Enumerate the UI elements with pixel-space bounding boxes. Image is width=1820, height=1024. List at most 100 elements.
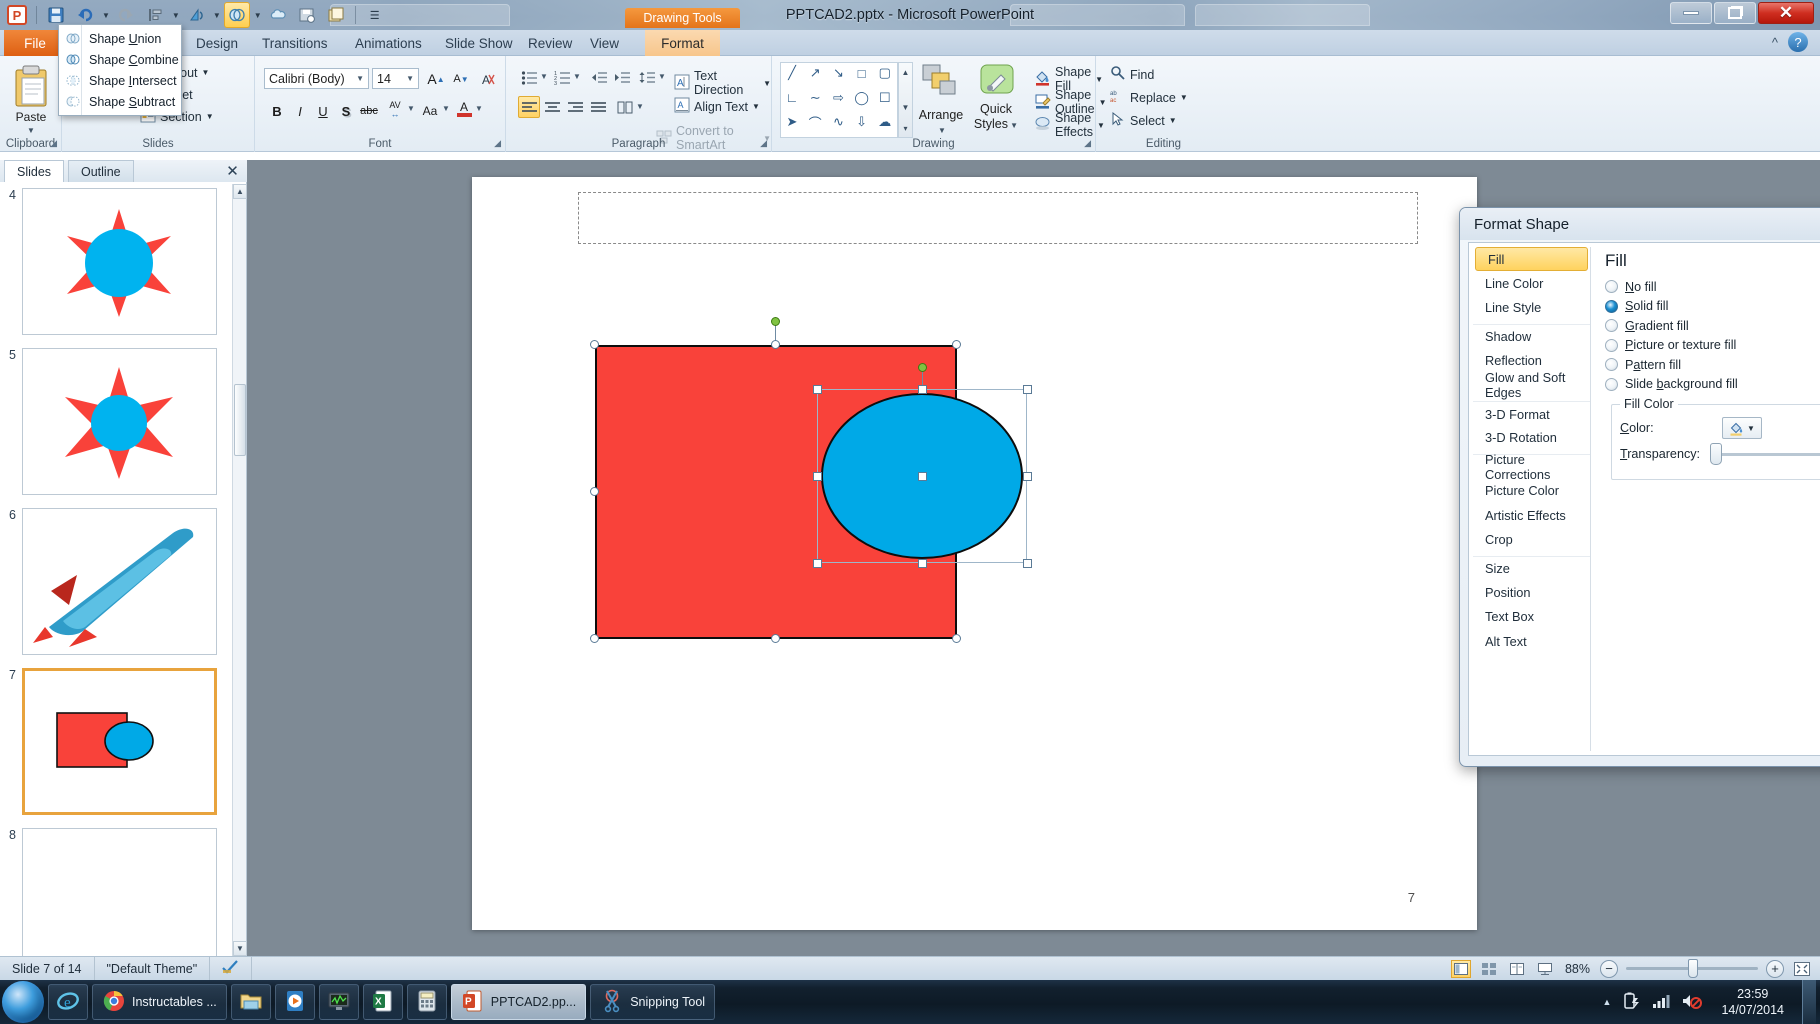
- bold-button[interactable]: B: [266, 100, 288, 122]
- shape-curve-icon[interactable]: ∼: [804, 88, 826, 108]
- radio-picture-or-texture-fill[interactable]: Picture or texture fill: [1599, 336, 1820, 356]
- shapes-gallery[interactable]: ╱ ↗ ↘ □ ▢ ∟ ∼ ⇨ ◯ ☐ ➤ ⌒ ∿ ⇩ ☁: [780, 62, 898, 138]
- arrange-label[interactable]: Arrange: [912, 108, 970, 122]
- menu-item-shape-intersect[interactable]: Shape Intersect: [59, 70, 181, 91]
- list-item[interactable]: 5: [0, 344, 232, 504]
- tab-animations[interactable]: Animations: [345, 30, 432, 56]
- taskbar-item-explorer[interactable]: [231, 984, 271, 1020]
- slider-thumb[interactable]: [1710, 443, 1722, 465]
- close-button[interactable]: ✕: [1758, 2, 1814, 24]
- list-item[interactable]: 6: [0, 504, 232, 664]
- zoom-slider[interactable]: [1626, 967, 1758, 970]
- align-dropdown-icon[interactable]: ▼: [172, 11, 180, 20]
- line-spacing-button[interactable]: [636, 66, 658, 88]
- bullets-button[interactable]: [518, 66, 540, 88]
- clock[interactable]: 23:59 14/07/2014: [1713, 986, 1792, 1018]
- shapes-scroll-up-icon[interactable]: ▲: [899, 63, 912, 82]
- shape-oval-icon[interactable]: ◯: [851, 88, 873, 108]
- resize-handle-sw[interactable]: [813, 559, 822, 568]
- font-name-dropdown-icon[interactable]: ▼: [356, 74, 364, 83]
- shape-connector-icon[interactable]: ↘: [827, 63, 849, 83]
- resize-handle-se[interactable]: [952, 634, 961, 643]
- list-item[interactable]: 7: [0, 664, 232, 824]
- resize-handle-w[interactable]: [590, 487, 599, 496]
- shape-rectangle-icon[interactable]: □: [851, 63, 873, 83]
- find-button[interactable]: Find: [1110, 65, 1154, 84]
- paste-dropdown-icon[interactable]: ▼: [27, 126, 35, 135]
- resize-handle-n[interactable]: [918, 385, 927, 394]
- italic-button[interactable]: I: [289, 100, 311, 122]
- category-picture-color[interactable]: Picture Color: [1473, 479, 1590, 503]
- list-item[interactable]: 8: [0, 824, 232, 956]
- shapes-gallery-scrollbar[interactable]: ▲ ▼ ▾: [898, 62, 913, 138]
- tab-design[interactable]: Design: [186, 30, 248, 56]
- change-case-button[interactable]: Aa: [418, 100, 442, 122]
- view-slideshow-button[interactable]: [1535, 960, 1555, 978]
- show-hidden-icons-button[interactable]: ▲: [1603, 997, 1612, 1007]
- shape-operations-icon[interactable]: [224, 2, 250, 28]
- cloud-icon[interactable]: [265, 2, 291, 28]
- category-artistic-effects[interactable]: Artistic Effects: [1473, 503, 1590, 527]
- align-text-button[interactable]: A Align Text ▼: [674, 97, 760, 116]
- change-case-dropdown-icon[interactable]: ▼: [442, 104, 450, 113]
- thumbnail-slide-7[interactable]: [22, 668, 217, 815]
- text-direction-button[interactable]: A Text Direction ▼: [674, 69, 771, 97]
- radio-pattern-fill[interactable]: Pattern fill: [1599, 355, 1820, 375]
- category-line-color[interactable]: Line Color: [1473, 271, 1590, 295]
- font-dialog-launcher[interactable]: ◢: [494, 138, 501, 149]
- taskbar-item-excel[interactable]: X: [363, 984, 403, 1020]
- thumbnail-slide-6[interactable]: [22, 508, 217, 655]
- taskbar-item-calculator[interactable]: [407, 984, 447, 1020]
- category-3d-rotation[interactable]: 3-D Rotation: [1473, 426, 1590, 450]
- thumbnail-slide-8[interactable]: [22, 828, 217, 956]
- shapes-scroll-down-icon[interactable]: ▼: [899, 98, 912, 117]
- powerpoint-logo-icon[interactable]: P: [4, 2, 30, 28]
- resize-handle-center[interactable]: [918, 472, 927, 481]
- underline-button[interactable]: U: [312, 100, 334, 122]
- paste-label[interactable]: Paste: [0, 110, 62, 124]
- resize-handle-n[interactable]: [771, 340, 780, 349]
- category-fill[interactable]: Fill: [1475, 247, 1588, 271]
- resize-handle-sw[interactable]: [590, 634, 599, 643]
- rotate-handle-ellipse[interactable]: [918, 363, 927, 372]
- text-direction-dropdown-icon[interactable]: ▼: [763, 79, 771, 88]
- view-normal-button[interactable]: [1451, 960, 1471, 978]
- z#oom-percent[interactable]: 88%: [1565, 962, 1590, 976]
- shape-right-arrow-icon[interactable]: ⇨: [827, 88, 849, 108]
- dialog-category-list[interactable]: Fill Line Color Line Style Shadow Reflec…: [1473, 247, 1591, 751]
- thumbnail-slide-4[interactable]: [22, 188, 217, 335]
- shape-arc-icon[interactable]: ⌒: [804, 112, 826, 132]
- radio-no-fill[interactable]: No fill: [1599, 277, 1820, 297]
- align-left-button[interactable]: [518, 96, 540, 118]
- format-shape-dialog[interactable]: Format Shape Fill Line Color Line Style …: [1459, 207, 1820, 767]
- category-3d-format[interactable]: 3-D Format: [1473, 401, 1590, 425]
- numbering-dropdown-icon[interactable]: ▼: [573, 72, 581, 81]
- zoom-slider-thumb[interactable]: [1688, 959, 1698, 978]
- character-spacing-button[interactable]: AV ↔: [382, 98, 408, 120]
- taskbar-item-powerpoint[interactable]: P PPTCAD2.pp...: [451, 984, 586, 1020]
- columns-button[interactable]: [614, 96, 636, 118]
- category-crop[interactable]: Crop: [1473, 527, 1590, 551]
- shrink-font-button[interactable]: A▼: [450, 68, 472, 90]
- category-size[interactable]: Size: [1473, 556, 1590, 580]
- help-icon[interactable]: ?: [1788, 32, 1808, 52]
- shape-operations-dropdown-icon[interactable]: ▼: [254, 11, 262, 20]
- tab-transitions[interactable]: Transitions: [252, 30, 338, 56]
- tab-slides[interactable]: Slides: [4, 160, 64, 182]
- category-position[interactable]: Position: [1473, 580, 1590, 604]
- line-spacing-dropdown-icon[interactable]: ▼: [658, 72, 666, 81]
- shapes-gallery-more-icon[interactable]: ▾: [899, 119, 912, 138]
- tab-format[interactable]: Format: [645, 30, 720, 56]
- justify-button[interactable]: [587, 96, 609, 118]
- tab-review[interactable]: Review: [518, 30, 582, 56]
- zoom-in-button[interactable]: +: [1766, 960, 1784, 978]
- shape-cloud-icon[interactable]: ☁: [874, 112, 896, 132]
- shape-elbow-connector-icon[interactable]: ∟: [781, 88, 803, 108]
- shape-operations-menu[interactable]: Shape Union Shape Combine Shape Intersec…: [58, 24, 182, 116]
- arrange-dropdown-icon[interactable]: ▼: [938, 126, 946, 135]
- replace-button[interactable]: abac Replace ▼: [1110, 88, 1188, 107]
- replace-dropdown-icon[interactable]: ▼: [1180, 93, 1188, 102]
- undo-dropdown-icon[interactable]: ▼: [102, 11, 110, 20]
- tab-outline[interactable]: Outline: [68, 160, 134, 182]
- arrange-icon[interactable]: [920, 63, 960, 104]
